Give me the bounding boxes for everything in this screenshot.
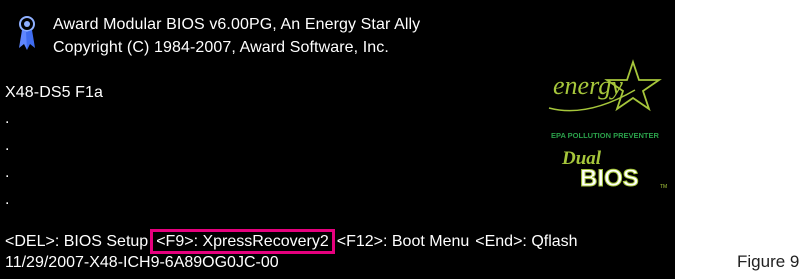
trademark-mark: TM — [660, 184, 667, 190]
bios-copyright-line: Copyright (C) 1984-2007, Award Software,… — [53, 39, 389, 56]
bios-date-id-line: 11/29/2007-X48-ICH9-6A89OG0JC-00 — [5, 254, 279, 271]
bios-wordmark: BIOS — [580, 165, 639, 190]
progress-dot: . — [5, 191, 10, 208]
bios-vendor-line: Award Modular BIOS v6.00PG, An Energy St… — [53, 16, 421, 33]
bios-model-line: X48-DS5 F1a — [5, 84, 104, 101]
award-ribbon-icon — [19, 16, 35, 50]
dual-bios-logo: Dual BIOS TM — [561, 148, 667, 190]
hotkey-qflash[interactable]: <End>: Qflash — [475, 233, 577, 250]
energy-star-logo: energy EPA POLLUTION PREVENTER — [548, 59, 662, 140]
progress-dot: . — [5, 164, 10, 181]
progress-dot: . — [5, 110, 10, 127]
bios-post-screen: Award Modular BIOS v6.00PG, An Energy St… — [0, 0, 675, 279]
hotkey-bar: <DEL>: BIOS Setup <F9>: XpressRecovery2 <F… — [5, 229, 584, 254]
epa-caption: EPA POLLUTION PREVENTER — [551, 131, 660, 140]
figure-caption: Figure 9 — [737, 252, 800, 271]
hotkey-xpress-recovery[interactable]: <F9>: XpressRecovery2 — [150, 229, 335, 254]
hotkey-boot-menu[interactable]: <F12>: Boot Menu — [337, 233, 470, 250]
hotkey-bios-setup[interactable]: <DEL>: BIOS Setup — [5, 233, 148, 250]
progress-dot: . — [5, 137, 10, 154]
energy-wordmark: energy — [553, 71, 623, 100]
